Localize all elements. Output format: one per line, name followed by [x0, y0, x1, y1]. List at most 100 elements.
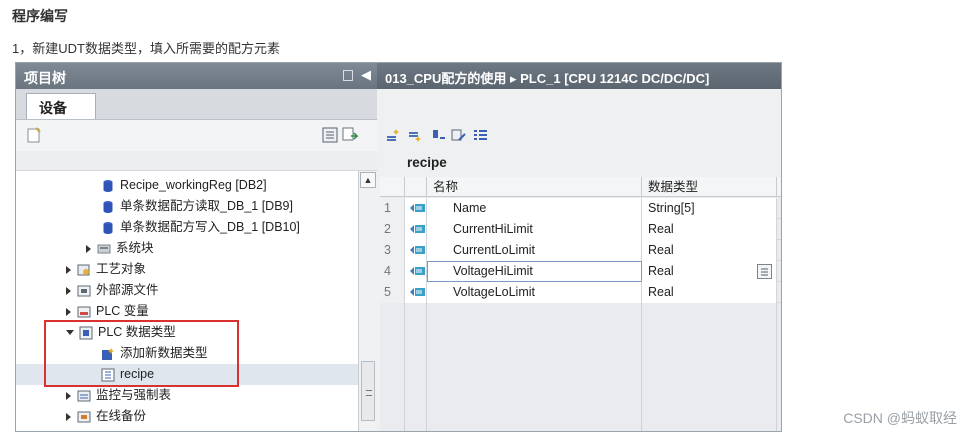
expand-arrow-icon[interactable]	[86, 244, 91, 253]
collapse-left-icon[interactable]: ◀	[361, 67, 371, 83]
col-header-index	[380, 177, 405, 197]
member-tag-icon	[410, 266, 425, 275]
row-number: 2	[380, 219, 405, 240]
table-row[interactable]: 5 VoltageLoLimit Real	[380, 282, 781, 303]
table-row[interactable]: 1 Name String[5]	[380, 198, 781, 219]
member-tag-icon	[410, 287, 425, 296]
expand-arrow-icon[interactable]	[66, 412, 71, 421]
row-number: 1	[380, 198, 405, 219]
tree-item-db9[interactable]: 单条数据配方读取_DB_1 [DB9]	[101, 196, 293, 217]
tree-item-technology-objects[interactable]: 工艺对象	[66, 259, 146, 280]
tree-item-watch-tables[interactable]: 监控与强制表	[66, 385, 171, 406]
row-tag-cell	[405, 282, 427, 303]
row-tag-cell	[405, 240, 427, 261]
row-number: 5	[380, 282, 405, 303]
member-tag-icon	[410, 203, 425, 212]
edit-icon[interactable]	[451, 128, 466, 142]
grip-icon	[366, 390, 372, 396]
highlight-annotation	[44, 320, 239, 387]
plc-tags-icon	[77, 306, 91, 318]
data-type-editor: 013_CPU配方的使用 ▸ PLC_1 [CPU 1214C DC/DC/DC…	[377, 63, 781, 431]
system-block-icon	[97, 244, 111, 254]
tree-item-db10[interactable]: 单条数据配方写入_DB_1 [DB10]	[101, 217, 300, 238]
tree-item-label: 监控与强制表	[96, 388, 172, 402]
expand-all-icon[interactable]	[431, 128, 446, 142]
grid-line	[426, 303, 427, 431]
member-tag-icon	[410, 224, 425, 233]
row-name[interactable]: VoltageHiLimit	[427, 261, 642, 282]
row-tag-cell	[405, 198, 427, 219]
add-row-icon[interactable]	[407, 128, 422, 142]
col-header-more	[777, 177, 781, 197]
tree-item-label: PLC 变量	[96, 304, 149, 318]
editor-breadcrumb: 013_CPU配方的使用 ▸ PLC_1 [CPU 1214C DC/DC/DC…	[377, 63, 781, 89]
scroll-up-icon[interactable]: ▲	[360, 172, 376, 188]
grid-line	[641, 303, 642, 431]
row-datatype[interactable]: Real	[642, 219, 777, 240]
tree-item-label: 单条数据配方读取_DB_1 [DB9]	[120, 199, 293, 213]
scroll-thumb[interactable]	[361, 361, 375, 421]
row-tag-cell	[405, 219, 427, 240]
database-icon	[103, 200, 113, 213]
article-heading: 程序编写	[12, 8, 68, 24]
grid-line	[776, 303, 777, 431]
table-row[interactable]: 4 VoltageHiLimit Real	[380, 261, 781, 282]
tree-item-label: 工艺对象	[96, 262, 147, 276]
row-number: 4	[380, 261, 405, 282]
datatype-title: recipe	[407, 155, 447, 170]
watermark: CSDN @蚂蚁取经	[843, 410, 957, 426]
list-view-icon[interactable]	[473, 128, 488, 142]
tree-item-label: Recipe_workingReg [DB2]	[120, 178, 267, 192]
tree-item-label: 外部源文件	[96, 283, 159, 297]
member-tag-icon	[410, 245, 425, 254]
project-tree-panel: 项目树 ◀ 设备 Recipe_workingReg [DB2] 单条数据配方读…	[16, 63, 377, 431]
expand-arrow-icon[interactable]	[66, 307, 71, 316]
database-icon	[103, 179, 113, 192]
datatype-picker-icon[interactable]	[757, 264, 772, 279]
tia-portal-screenshot: 项目树 ◀ 设备 Recipe_workingReg [DB2] 单条数据配方读…	[15, 62, 782, 432]
expand-arrow-icon[interactable]	[66, 391, 71, 400]
tree-separator	[16, 151, 377, 171]
tree-tab-strip: 设备	[16, 89, 377, 120]
database-icon	[103, 221, 113, 234]
col-header-datatype[interactable]: 数据类型	[642, 177, 777, 197]
row-tag-cell	[405, 261, 427, 282]
tree-scrollbar[interactable]: ▲	[358, 171, 377, 431]
tree-item-label: 单条数据配方写入_DB_1 [DB10]	[120, 220, 300, 234]
editor-toolbar	[377, 121, 781, 151]
tree-item-recipe-workingreg[interactable]: Recipe_workingReg [DB2]	[101, 175, 267, 196]
col-header-icon	[405, 177, 427, 197]
project-tree-title-bar: 项目树 ◀	[16, 63, 377, 89]
tree-item-external-sources[interactable]: 外部源文件	[66, 280, 159, 301]
project-tree-title: 项目树	[24, 70, 66, 86]
row-name[interactable]: Name	[427, 198, 642, 219]
tree-item-label: 在线备份	[96, 409, 147, 423]
online-backup-icon	[77, 411, 91, 423]
tree-item-label: 系统块	[116, 241, 154, 255]
row-datatype[interactable]: Real	[642, 240, 777, 261]
table-row[interactable]: 2 CurrentHiLimit Real	[380, 219, 781, 240]
tab-devices[interactable]: 设备	[26, 93, 96, 120]
row-name[interactable]: CurrentLoLimit	[427, 240, 642, 261]
declaration-table: 名称 数据类型 1 Name String[5] 2 CurrentHiLimi…	[380, 177, 781, 431]
table-row[interactable]: 3 CurrentLoLimit Real	[380, 240, 781, 261]
row-name[interactable]: VoltageLoLimit	[427, 282, 642, 303]
sync-icon[interactable]	[342, 127, 358, 143]
row-datatype[interactable]: Real	[642, 282, 777, 303]
insert-row-icon[interactable]	[385, 128, 400, 142]
expand-arrow-icon[interactable]	[66, 265, 71, 274]
row-name[interactable]: CurrentHiLimit	[427, 219, 642, 240]
watch-table-icon	[77, 390, 91, 402]
article-step: 1，新建UDT数据类型，填入所需要的配方元素	[12, 41, 280, 56]
expand-arrow-icon[interactable]	[66, 286, 71, 295]
technology-objects-icon	[77, 264, 90, 276]
pin-icon[interactable]	[343, 70, 353, 81]
tree-item-online-backups[interactable]: 在线备份	[66, 406, 146, 427]
new-document-icon[interactable]	[26, 127, 42, 143]
col-header-name[interactable]: 名称	[427, 177, 642, 197]
row-datatype[interactable]: String[5]	[642, 198, 777, 219]
overview-icon[interactable]	[322, 127, 338, 143]
tree-item-system-blocks[interactable]: 系统块	[86, 238, 154, 259]
tree-item-plc-tags[interactable]: PLC 变量	[66, 301, 149, 322]
tree-toolbar	[16, 119, 377, 151]
